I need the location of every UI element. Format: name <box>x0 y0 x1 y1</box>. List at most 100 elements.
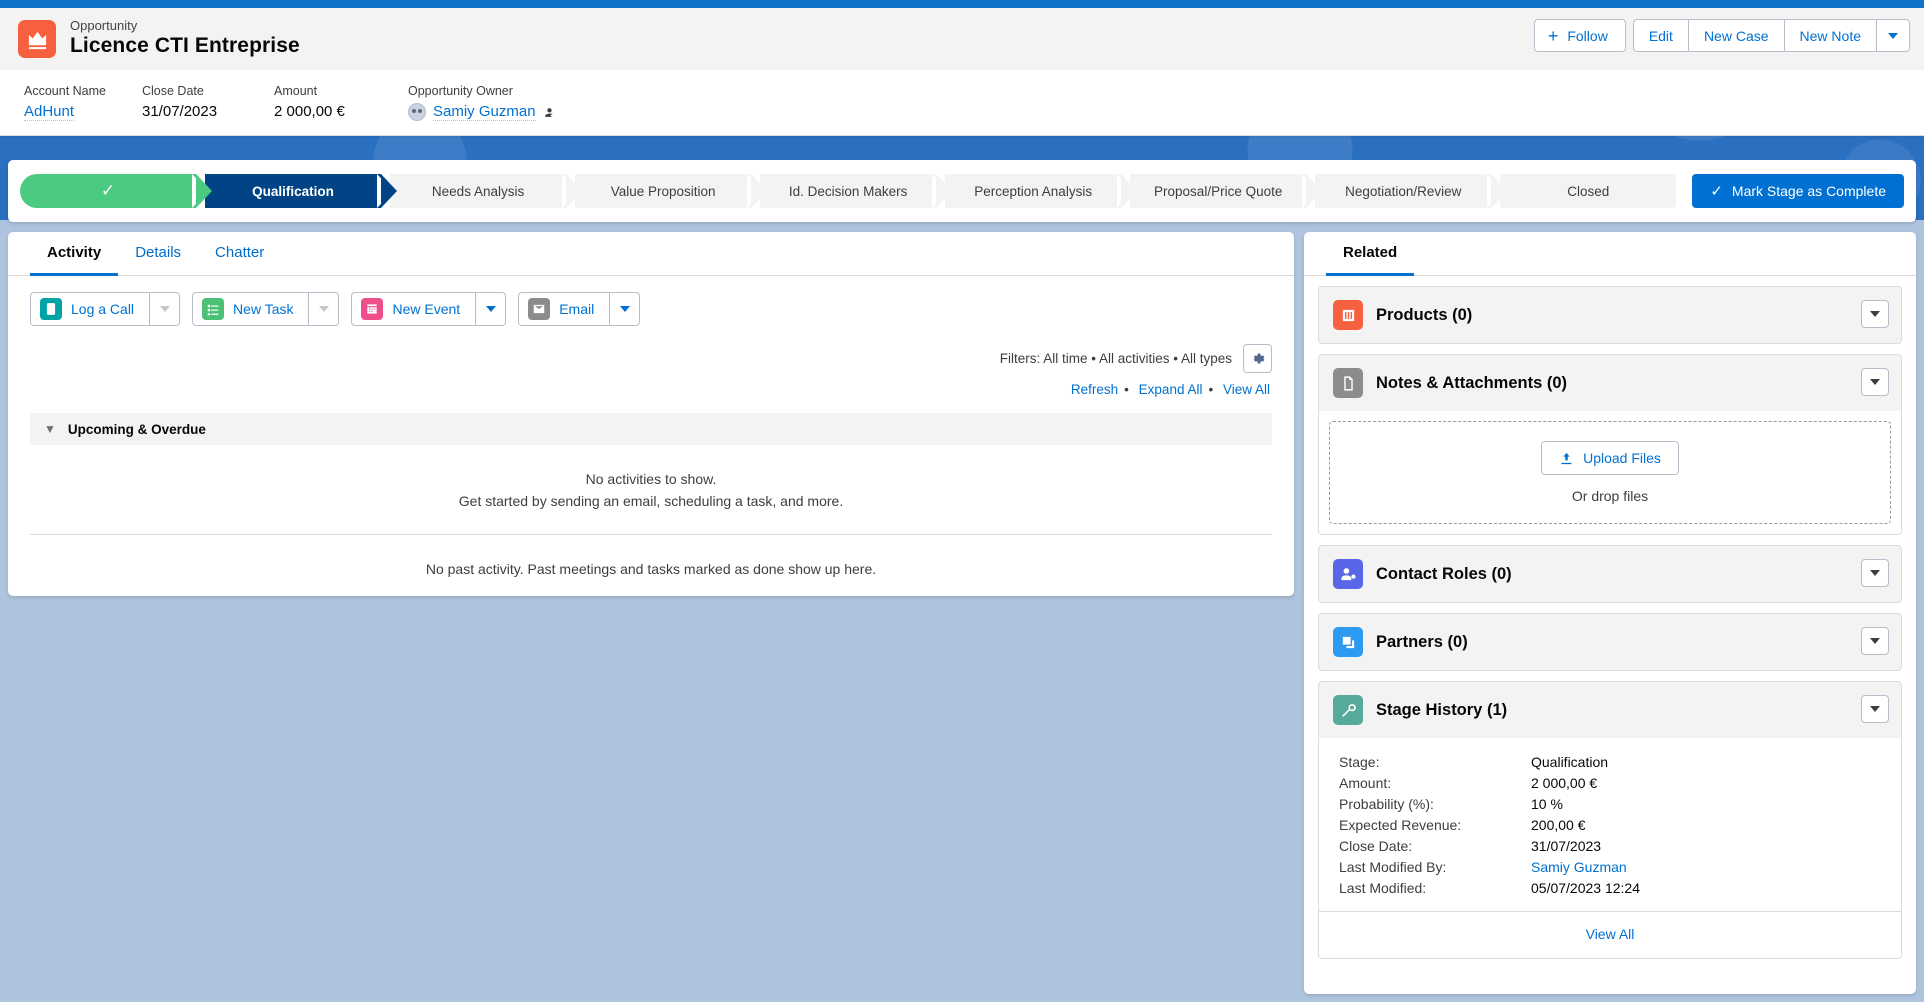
view-all-link[interactable]: View All <box>1223 382 1270 397</box>
file-drop-zone[interactable]: Upload Files Or drop files <box>1329 421 1891 524</box>
upcoming-overdue-section-header[interactable]: ▼ Upcoming & Overdue <box>30 413 1272 445</box>
chevron-down-icon <box>1870 706 1880 712</box>
table-row: Stage: Qualification <box>1339 754 1881 770</box>
opportunity-owner-link[interactable]: Samiy Guzman <box>433 103 536 121</box>
field-label: Account Name <box>24 84 106 98</box>
check-icon: ✓ <box>1710 183 1723 200</box>
path-stage-closed[interactable]: Closed <box>1500 174 1677 208</box>
related-products-menu[interactable] <box>1861 300 1889 328</box>
row-value: 05/07/2023 12:24 <box>1531 880 1640 896</box>
record-header: Opportunity Licence CTI Entreprise + Fol… <box>0 8 1924 136</box>
refresh-link[interactable]: Refresh <box>1071 382 1118 397</box>
activity-action-buttons: Log a Call New Task New Event Email <box>8 276 1294 326</box>
log-a-call-dropdown[interactable] <box>150 292 181 326</box>
email-label: Email <box>559 301 595 317</box>
gear-icon[interactable] <box>1243 344 1272 373</box>
related-notes-title: Notes & Attachments (0) <box>1376 373 1567 392</box>
path-stage-value-proposition[interactable]: Value Proposition <box>575 174 768 208</box>
row-value: 10 % <box>1531 796 1563 812</box>
chevron-down-icon <box>1870 379 1880 385</box>
path-stage-qualification[interactable]: Qualification <box>205 174 398 208</box>
new-event-label: New Event <box>392 301 461 317</box>
record-header-top: Opportunity Licence CTI Entreprise + Fol… <box>0 8 1924 70</box>
related-stage-history-menu[interactable] <box>1861 695 1889 723</box>
tab-details[interactable]: Details <box>118 232 198 276</box>
filters-summary: Filters: All time • All activities • All… <box>999 351 1232 366</box>
account-name-link[interactable]: AdHunt <box>24 103 75 121</box>
field-label: Close Date <box>142 84 204 98</box>
task-icon <box>202 298 225 320</box>
new-task-label: New Task <box>233 301 294 317</box>
past-activity-empty-state: No past activity. Past meetings and task… <box>425 561 877 578</box>
activity-links: Refresh • Expand All • View All <box>1070 382 1270 397</box>
mark-stage-complete-label: Mark Stage as Complete <box>1731 183 1886 199</box>
more-actions-button[interactable] <box>1877 19 1910 52</box>
row-label: Last Modified: <box>1339 880 1427 896</box>
path-stage-completed[interactable]: ✓ <box>20 174 213 208</box>
last-modified-by-link[interactable]: Samiy Guzman <box>1531 859 1627 875</box>
new-note-button[interactable]: New Note <box>1784 19 1877 52</box>
row-value: 31/07/2023 <box>1531 838 1602 854</box>
related-contact-roles-header[interactable]: Contact Roles (0) <box>1319 546 1901 602</box>
new-event-dropdown[interactable] <box>476 292 507 326</box>
follow-button[interactable]: + Follow <box>1533 19 1626 52</box>
related-products-header[interactable]: Products (0) <box>1319 287 1901 343</box>
log-a-call-group: Log a Call <box>30 292 181 326</box>
new-event-button[interactable]: New Event <box>351 292 477 326</box>
upcoming-overdue-label: Upcoming & Overdue <box>67 421 206 437</box>
path-stage-negotiation-review[interactable]: Negotiation/Review <box>1315 174 1508 208</box>
tab-activity[interactable]: Activity <box>30 232 119 276</box>
row-label: Close Date: <box>1339 838 1413 854</box>
change-owner-icon[interactable] <box>543 106 556 119</box>
object-type-label: Opportunity <box>70 18 138 34</box>
field-account-name: Account Name AdHunt <box>24 84 142 121</box>
related-stage-history-header[interactable]: Stage History (1) <box>1319 682 1901 738</box>
new-event-group: New Event <box>351 292 507 326</box>
related-partners-menu[interactable] <box>1861 627 1889 655</box>
related-notes-menu[interactable] <box>1861 368 1889 396</box>
check-icon: ✓ <box>100 181 116 200</box>
related-tabs: Related <box>1304 232 1916 276</box>
table-row: Close Date: 31/07/2023 <box>1339 838 1881 854</box>
path-stage-perception-analysis[interactable]: Perception Analysis <box>945 174 1138 208</box>
related-notes-header[interactable]: Notes & Attachments (0) <box>1319 355 1901 411</box>
path-stage-needs-analysis[interactable]: Needs Analysis <box>390 174 583 208</box>
tab-chatter[interactable]: Chatter <box>198 232 281 276</box>
upload-files-button[interactable]: Upload Files <box>1541 441 1679 475</box>
new-task-button[interactable]: New Task <box>192 292 310 326</box>
empty-line-1: No activities to show. <box>585 471 717 487</box>
wrench-icon <box>1333 695 1363 725</box>
email-button[interactable]: Email <box>518 292 611 326</box>
edit-button[interactable]: Edit <box>1632 19 1689 52</box>
header-action-group: Edit New Case New Note <box>1632 19 1910 52</box>
top-accent-bar <box>0 0 1924 8</box>
related-partners-title: Partners (0) <box>1376 632 1468 651</box>
table-row: Last Modified By: Samiy Guzman <box>1339 859 1881 875</box>
related-stage-history-title: Stage History (1) <box>1376 700 1508 719</box>
path-stage-id-decision-makers[interactable]: Id. Decision Makers <box>760 174 953 208</box>
activity-panel: Activity Details Chatter Log a Call New … <box>8 232 1294 596</box>
crown-icon <box>18 20 56 58</box>
mark-stage-complete-button[interactable]: ✓ Mark Stage as Complete <box>1692 174 1904 208</box>
expand-all-link[interactable]: Expand All <box>1139 382 1203 397</box>
email-dropdown[interactable] <box>610 292 641 326</box>
upload-icon <box>1561 452 1572 464</box>
tab-related[interactable]: Related <box>1326 232 1415 276</box>
new-case-button[interactable]: New Case <box>1688 19 1785 52</box>
chevron-down-icon <box>485 306 496 312</box>
row-label: Expected Revenue: <box>1339 817 1462 833</box>
log-a-call-button[interactable]: Log a Call <box>30 292 151 326</box>
related-contact-roles-title: Contact Roles (0) <box>1376 564 1512 583</box>
path-stage-proposal-price-quote[interactable]: Proposal/Price Quote <box>1130 174 1323 208</box>
header-fields: Account Name AdHunt Close Date 31/07/202… <box>0 70 1924 121</box>
chevron-down-icon <box>1888 32 1898 39</box>
stage-history-view-all-link[interactable]: View All <box>1586 926 1635 942</box>
related-item-notes-attachments: Notes & Attachments (0) Upload Files Or … <box>1318 354 1902 535</box>
new-task-dropdown[interactable] <box>309 292 340 326</box>
related-partners-header[interactable]: Partners (0) <box>1319 614 1901 670</box>
related-contact-roles-menu[interactable] <box>1861 559 1889 587</box>
related-products-title: Products (0) <box>1376 305 1473 324</box>
log-a-call-label: Log a Call <box>71 301 135 317</box>
row-label: Last Modified By: <box>1339 859 1447 875</box>
related-item-partners: Partners (0) <box>1318 613 1902 671</box>
